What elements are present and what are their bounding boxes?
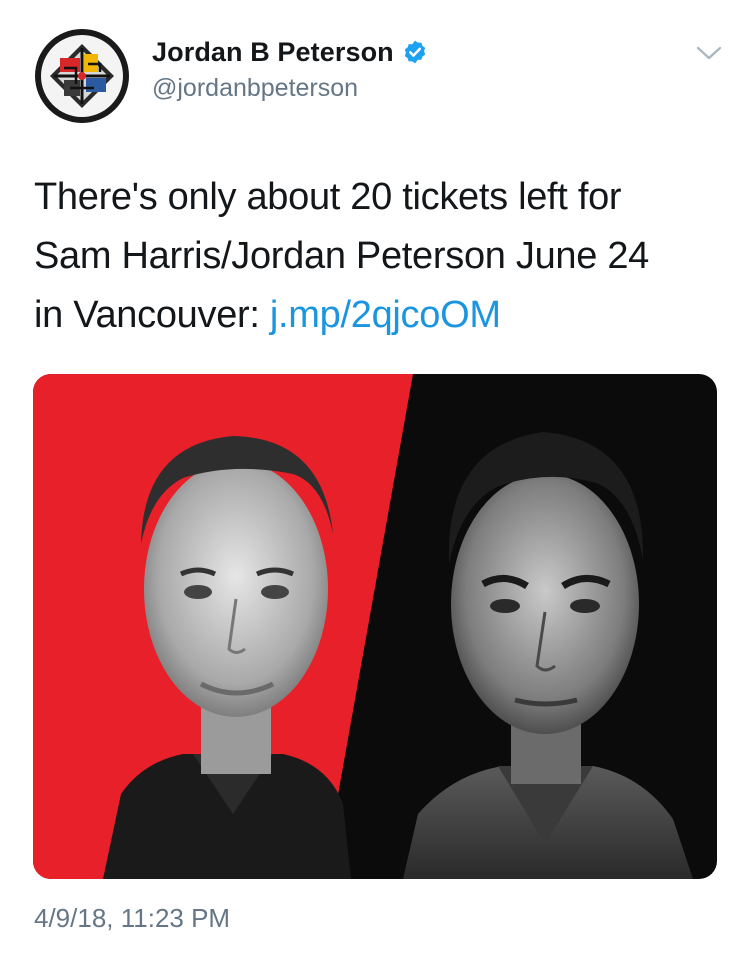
tweet-text-line: in Vancouver: j.mp/2qjcoOM [34, 286, 724, 345]
user-handle[interactable]: @jordanbpeterson [152, 74, 428, 103]
display-name[interactable]: Jordan B Peterson [152, 37, 394, 68]
chevron-down-icon [696, 46, 722, 60]
tweet-text-fragment: in Vancouver: [34, 294, 270, 336]
tweet-menu-button[interactable] [694, 42, 724, 64]
tweet-media-image[interactable] [33, 374, 717, 879]
author-block: Jordan B Peterson @jordanbpeterson [152, 34, 428, 103]
verified-badge-icon [404, 40, 425, 64]
tweet-timestamp[interactable]: 4/9/18, 11:23 PM [34, 903, 230, 934]
tweet-card: Jordan B Peterson @jordanbpeterson There… [0, 0, 750, 955]
two-portraits-photo [33, 374, 717, 879]
name-row: Jordan B Peterson [152, 34, 428, 70]
tweet-text: There's only about 20 tickets left for S… [34, 168, 724, 345]
tweet-text-line: There's only about 20 tickets left for [34, 176, 622, 218]
tweet-text-line: Sam Harris/Jordan Peterson June 24 [34, 235, 650, 277]
avatar[interactable] [34, 28, 130, 124]
maze-logo-icon [35, 29, 129, 123]
tweet-link[interactable]: j.mp/2qjcoOM [270, 294, 501, 336]
